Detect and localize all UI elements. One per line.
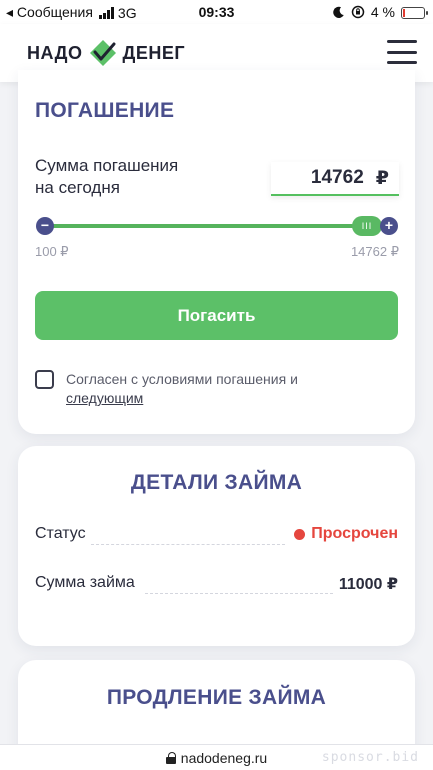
sum-label: Сумма погашения на сегодня — [35, 156, 179, 197]
status-bar: ◂ Сообщения 3G 09:33 4 % — [0, 0, 433, 24]
currency-sign: ₽ — [375, 167, 389, 189]
logo-text-right: ДЕНЕГ — [122, 42, 186, 63]
detail-label: Статус — [35, 525, 86, 542]
detail-label: Сумма займа — [35, 574, 135, 591]
status-badge: Просрочен — [294, 525, 398, 543]
agree-checkbox[interactable] — [35, 370, 54, 389]
extension-title: ПРОДЛЕНИЕ ЗАЙМА — [106, 686, 327, 709]
battery-percent: 4 % — [370, 4, 395, 20]
menu-button[interactable] — [387, 40, 417, 64]
agree-text: Согласен с условиями погашения и — [66, 371, 298, 387]
hamburger-icon — [387, 40, 417, 43]
watermark: sponsor.bid — [321, 750, 419, 765]
amount-slider[interactable]: − III + — [36, 216, 398, 236]
amount-value: 14762 — [310, 167, 364, 188]
detail-row-amount: Сумма займа 11000 ₽ — [35, 574, 398, 600]
slider-track — [46, 224, 388, 228]
amount-input[interactable]: 14762 ₽ — [271, 162, 399, 196]
site-logo[interactable]: НАДО ДЕНЕГ — [27, 38, 185, 68]
agree-text-block: Согласен с условиями погашения и следующ… — [66, 370, 298, 408]
url-bar[interactable]: nadodeneg.ru sponsor.bid — [0, 744, 433, 770]
pay-button[interactable]: Погасить — [35, 291, 398, 340]
lock-icon — [165, 751, 176, 764]
slider-max-label: 14762 ₽ — [350, 244, 399, 259]
logo-text-left: НАДО — [27, 42, 83, 63]
battery-icon — [401, 6, 428, 19]
slider-min-label: 100 ₽ — [35, 244, 69, 259]
url-text: nadodeneg.ru — [180, 749, 268, 766]
agree-terms-link[interactable]: следующим — [66, 389, 298, 408]
slider-thumb[interactable]: III — [352, 216, 382, 236]
logo-check-icon — [89, 40, 116, 66]
repayment-title: ПОГАШЕНИЕ — [35, 99, 175, 122]
status-right: 4 % — [332, 4, 428, 20]
detail-row-status: Статус Просрочен — [35, 525, 398, 551]
agree-terms: Согласен с условиями погашения и следующ… — [35, 370, 395, 408]
decrease-button[interactable]: − — [36, 217, 54, 235]
rotation-lock-icon — [351, 5, 365, 19]
loan-details-title: ДЕТАЛИ ЗАЙМА — [130, 471, 303, 494]
moon-icon — [333, 6, 344, 18]
loan-amount-value: 11000 ₽ — [338, 576, 398, 593]
repayment-card: ПОГАШЕНИЕ Сумма погашения на сегодня 147… — [18, 70, 415, 434]
loan-details-card: ДЕТАЛИ ЗАЙМА Статус Просрочен Сумма займ… — [18, 446, 415, 646]
increase-button[interactable]: + — [380, 217, 398, 235]
status-dot-icon — [294, 528, 306, 540]
